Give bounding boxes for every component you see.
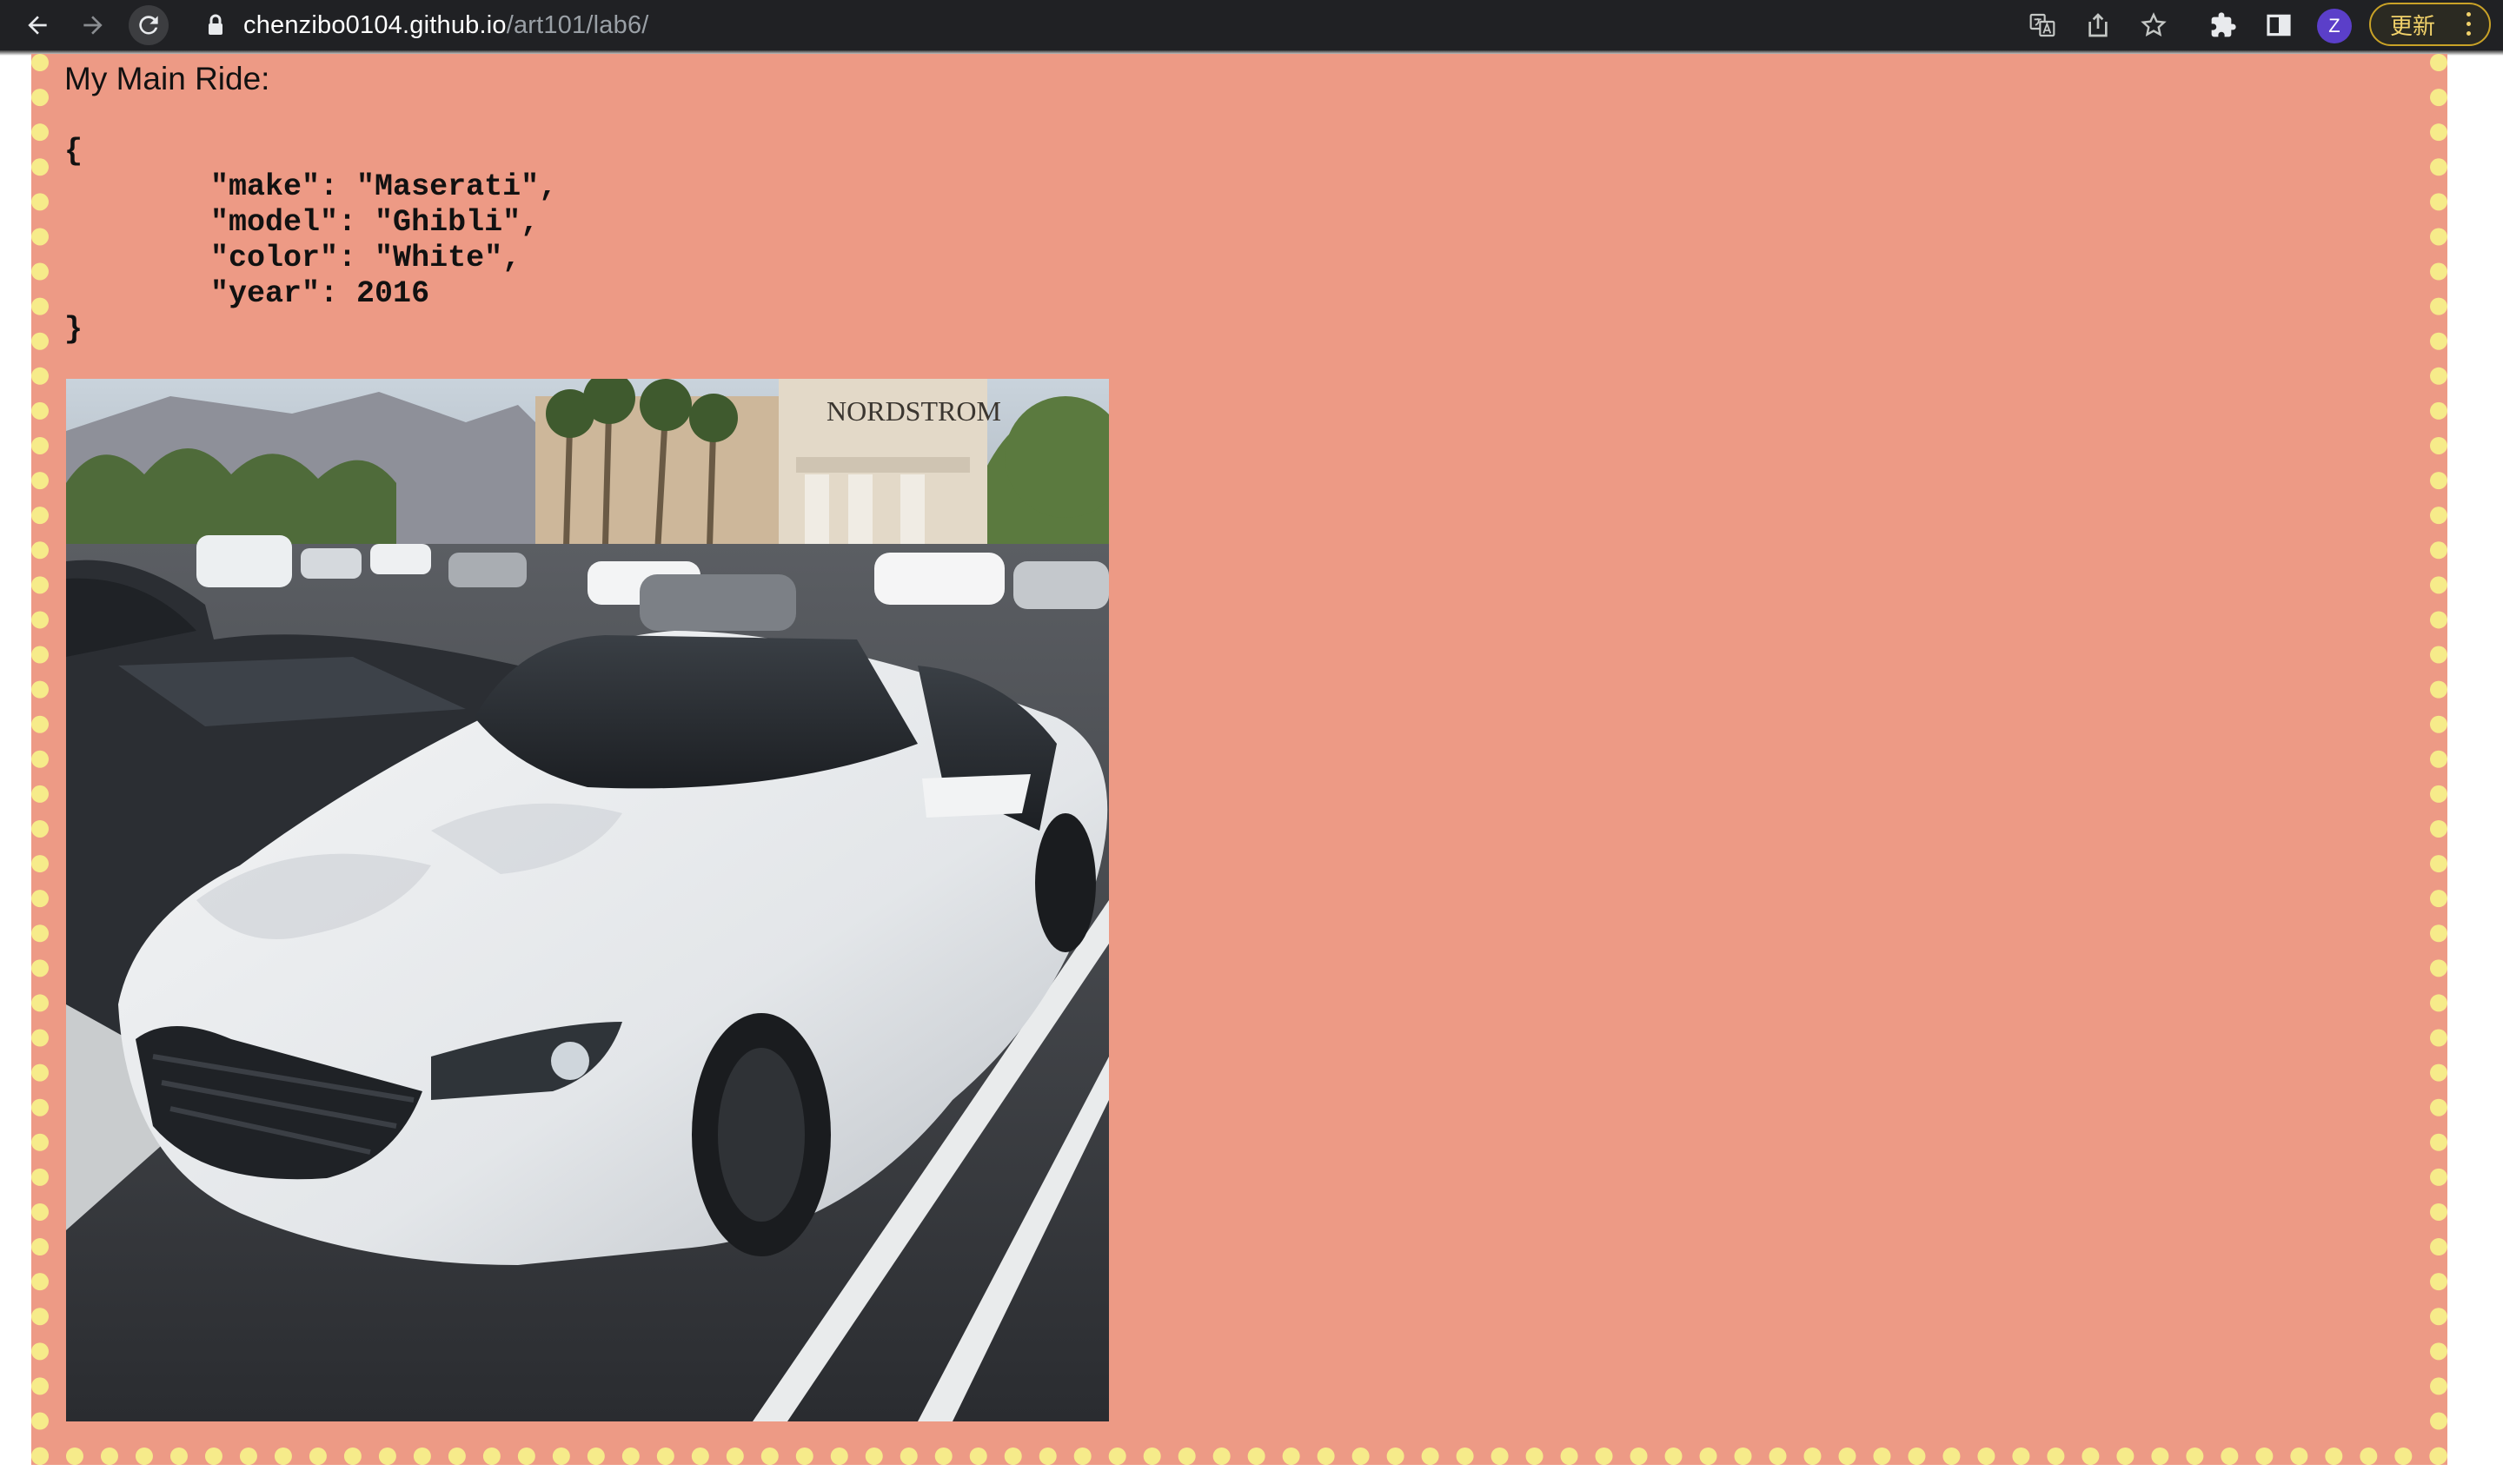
json-line: "color": "White", (64, 241, 521, 275)
lock-icon (209, 14, 222, 35)
share-icon (2088, 13, 2108, 37)
bookmark-button[interactable] (2138, 10, 2169, 41)
storefront-sign: NORDSTROM (827, 395, 1001, 427)
extensions-button[interactable] (2208, 10, 2239, 41)
car-json-block: { "make": "Maserati", "model": "Ghibli",… (64, 134, 557, 348)
json-line: } (64, 312, 83, 347)
back-button[interactable] (17, 5, 57, 45)
json-line: "year": 2016 (64, 276, 430, 311)
extensions-icon (2211, 12, 2236, 37)
reload-icon (139, 16, 158, 35)
url-path: /art101/lab6/ (506, 10, 649, 39)
back-arrow-icon (28, 16, 47, 35)
reload-button[interactable] (129, 5, 169, 45)
forward-arrow-icon (83, 16, 103, 35)
page-title: My Main Ride: (64, 61, 270, 96)
star-icon (2141, 12, 2167, 36)
side-panel-button[interactable] (2263, 10, 2294, 41)
translate-icon (2029, 13, 2055, 37)
json-line: { (64, 134, 83, 169)
side-panel-icon (2267, 14, 2291, 36)
json-line: "model": "Ghibli", (64, 205, 540, 240)
json-line: "make": "Maserati", (64, 169, 558, 204)
url-host: chenzibo0104.github.io (243, 10, 507, 39)
share-button[interactable] (2082, 10, 2114, 41)
browser-toolbar: chenzibo0104.github.io/art101/lab6/ Z 更新 (0, 0, 2503, 50)
address-bar[interactable]: chenzibo0104.github.io/art101/lab6/ (191, 5, 1999, 45)
update-button[interactable]: 更新 (2369, 3, 2491, 46)
translate-button[interactable] (2027, 10, 2058, 41)
kebab-menu-icon[interactable] (2466, 12, 2472, 36)
forward-button[interactable] (73, 5, 113, 45)
car-photo: NORDSTROM (66, 379, 1109, 1421)
profile-avatar[interactable]: Z (2317, 9, 2352, 43)
update-label: 更新 (2390, 12, 2436, 39)
